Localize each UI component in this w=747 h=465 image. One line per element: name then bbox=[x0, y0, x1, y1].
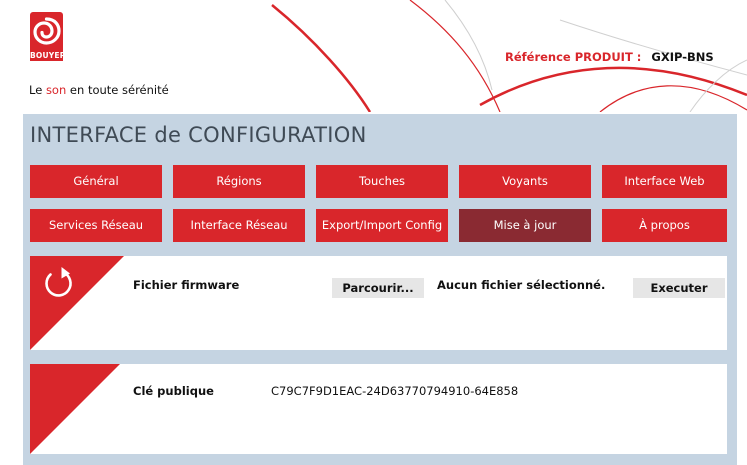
tab-regions[interactable]: Régions bbox=[173, 165, 305, 198]
tagline-accent: son bbox=[45, 83, 67, 97]
tab-services-reseau[interactable]: Services Réseau bbox=[30, 209, 162, 242]
bouyer-logo: BOUYER bbox=[30, 12, 66, 64]
public-key-value: C79C7F9D1EAC-24D63770794910-64E858 bbox=[271, 384, 519, 398]
tab-general[interactable]: Général bbox=[30, 165, 162, 198]
file-selection-status: Aucun fichier sélectionné. bbox=[437, 278, 606, 292]
tagline: Le son en toute sérénité bbox=[29, 83, 169, 97]
firmware-file-label: Fichier firmware bbox=[133, 278, 240, 292]
firmware-card-corner bbox=[30, 256, 124, 350]
logo-wordmark: BOUYER bbox=[30, 50, 66, 61]
page-title: INTERFACE de CONFIGURATION bbox=[30, 123, 367, 147]
execute-button[interactable]: Executer bbox=[633, 278, 725, 298]
tagline-pre: Le bbox=[29, 83, 46, 97]
public-key-card: Clé publique C79C7F9D1EAC-24D63770794910… bbox=[30, 364, 727, 454]
firmware-card: Fichier firmware Parcourir... Aucun fich… bbox=[30, 256, 727, 350]
configuration-panel: INTERFACE de CONFIGURATION Général Régio… bbox=[23, 114, 737, 465]
tab-voyants[interactable]: Voyants bbox=[459, 165, 591, 198]
tab-a-propos[interactable]: À propos bbox=[602, 209, 727, 242]
public-key-card-corner bbox=[30, 364, 120, 454]
logo-spiral-icon bbox=[30, 12, 63, 50]
reference-value: GXIP-BNS bbox=[651, 50, 714, 64]
tab-interface-web[interactable]: Interface Web bbox=[602, 165, 727, 198]
tagline-post: en toute sérénité bbox=[66, 83, 169, 97]
browse-button[interactable]: Parcourir... bbox=[332, 278, 424, 298]
reference-label: Référence PRODUIT : bbox=[505, 50, 642, 64]
tab-touches[interactable]: Touches bbox=[316, 165, 448, 198]
tab-interface-reseau[interactable]: Interface Réseau bbox=[173, 209, 305, 242]
header: BOUYER Le son en toute sérénité Référenc… bbox=[0, 0, 747, 112]
public-key-label: Clé publique bbox=[133, 384, 214, 398]
product-reference: Référence PRODUIT : GXIP-BNS bbox=[505, 50, 714, 64]
tab-mise-a-jour[interactable]: Mise à jour bbox=[459, 209, 591, 242]
tab-export-import-config[interactable]: Export/Import Config bbox=[316, 209, 448, 242]
